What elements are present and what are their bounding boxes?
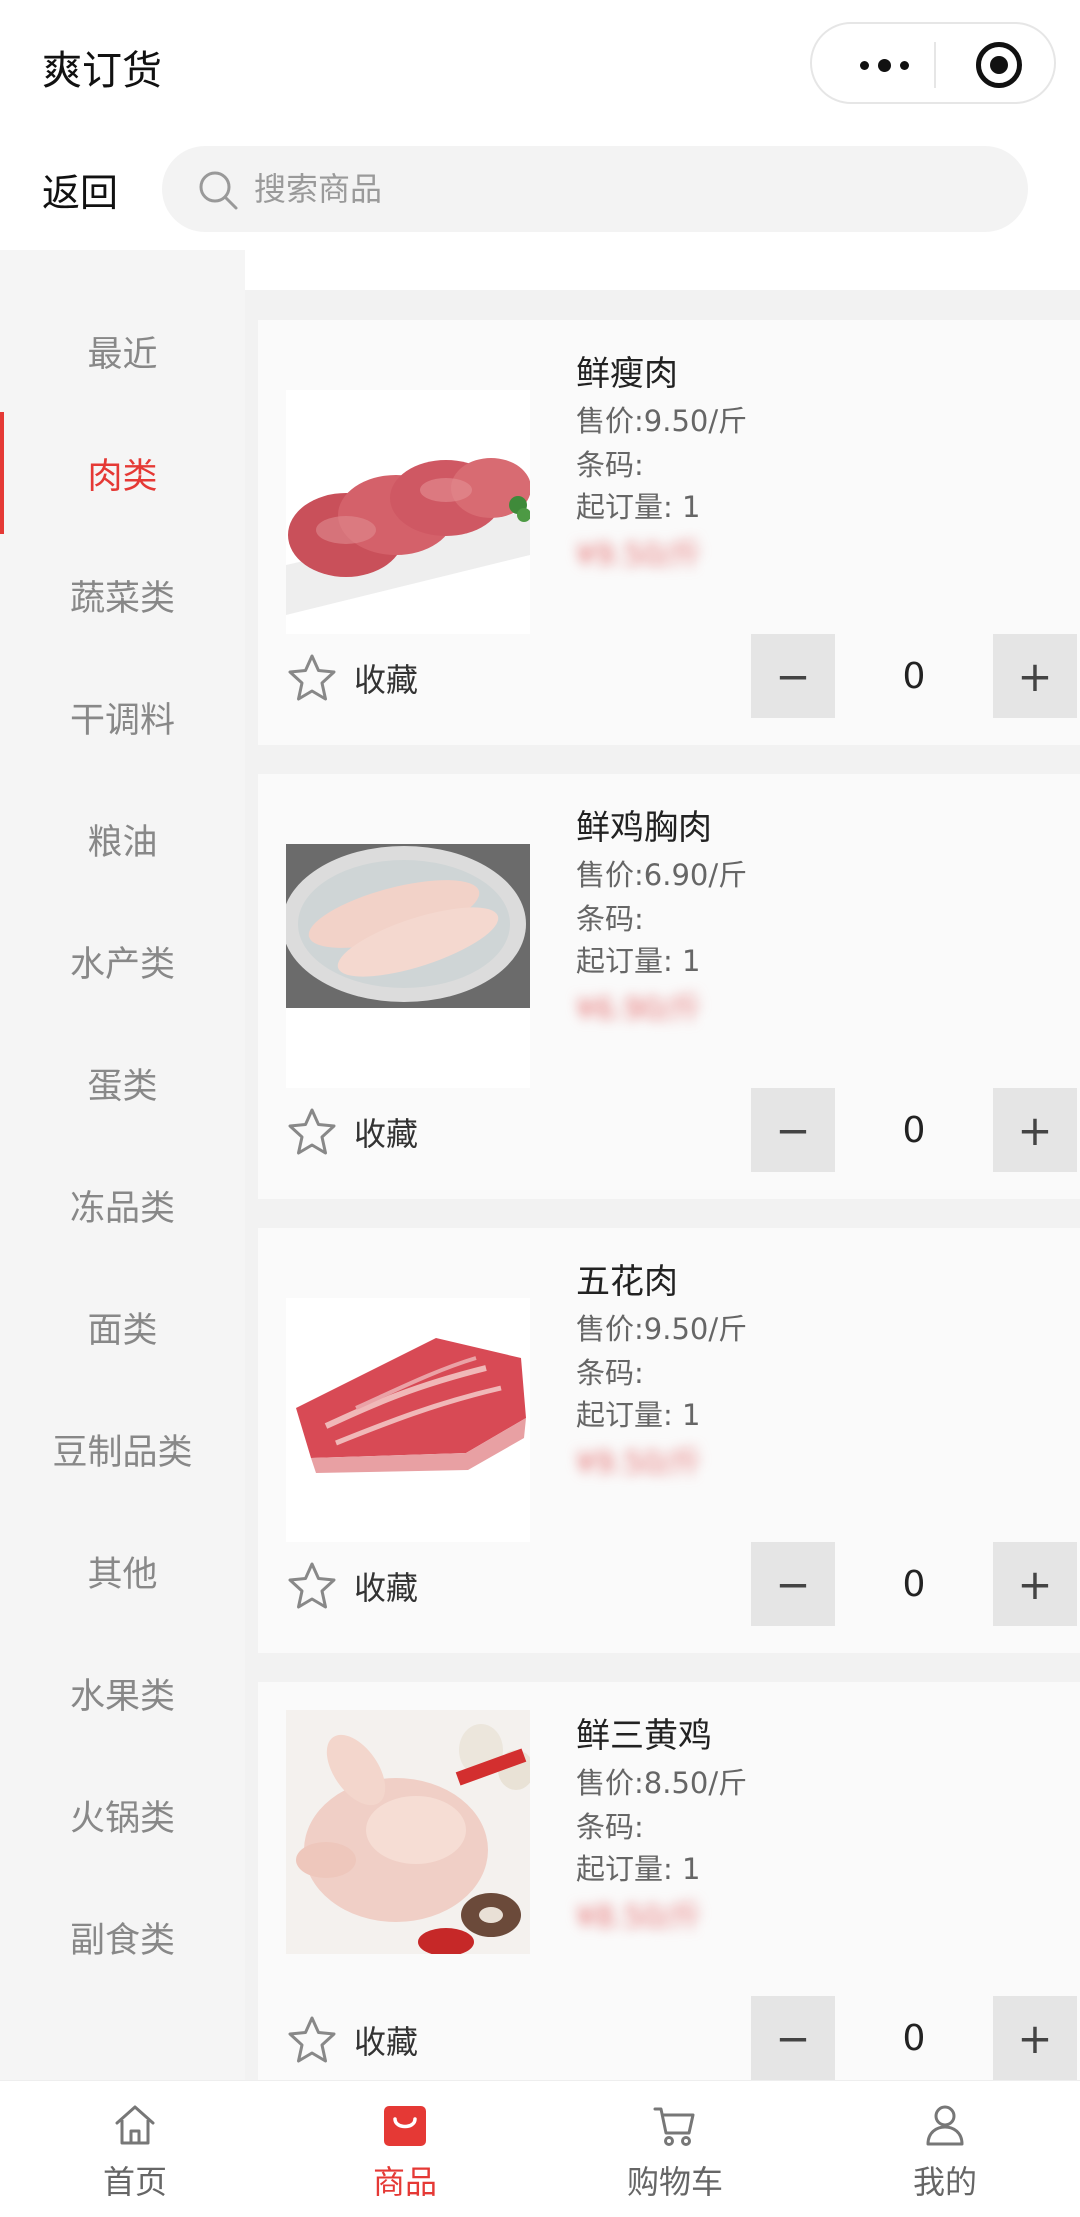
category-item-seafood[interactable]: 水产类 bbox=[0, 900, 245, 1022]
tab-label: 我的 bbox=[912, 2163, 977, 2201]
product-name: 鲜三黄鸡 bbox=[576, 1716, 712, 1756]
product-min-order: 起订量: 1 bbox=[576, 944, 701, 978]
star-icon bbox=[288, 1108, 336, 1155]
category-item-eggs[interactable]: 蛋类 bbox=[0, 1022, 245, 1144]
product-barcode: 条码: bbox=[576, 902, 644, 936]
back-button[interactable]: 返回 bbox=[42, 162, 118, 217]
favorite-label: 收藏 bbox=[354, 1115, 419, 1153]
product-name: 鲜瘦肉 bbox=[576, 354, 678, 394]
search-input[interactable] bbox=[254, 146, 994, 232]
product-list[interactable]: 鲜瘦肉 售价:9.50/斤 条码: 起订量: 1 ¥9.50/斤 收藏 − 0 … bbox=[245, 250, 1080, 2080]
blurred-price: ¥9.50/斤 bbox=[576, 1446, 702, 1481]
increase-quantity-button[interactable]: + bbox=[993, 1542, 1077, 1626]
product-min-order: 起订量: 1 bbox=[576, 1852, 701, 1886]
product-price: 售价:8.50/斤 bbox=[576, 1766, 748, 1800]
product-barcode: 条码: bbox=[576, 1356, 644, 1390]
decrease-quantity-button[interactable]: − bbox=[751, 1542, 835, 1626]
search-box[interactable] bbox=[162, 146, 1028, 232]
blurred-price: ¥6.90/斤 bbox=[576, 992, 702, 1027]
category-item-groceries[interactable]: 副食类 bbox=[0, 1876, 245, 1998]
favorite-label: 收藏 bbox=[354, 2023, 419, 2061]
mini-program-capsule bbox=[810, 22, 1056, 104]
product-min-order: 起订量: 1 bbox=[576, 490, 701, 524]
star-icon bbox=[288, 654, 336, 701]
tab-label: 首页 bbox=[102, 2163, 167, 2201]
quantity-value: 0 bbox=[902, 655, 926, 697]
favorite-label: 收藏 bbox=[354, 661, 419, 699]
quantity-value: 0 bbox=[902, 1109, 926, 1151]
tab-cart[interactable]: 购物车 bbox=[540, 2081, 810, 2217]
category-sidebar: 最近 肉类 蔬菜类 干调料 粮油 水产类 蛋类 冻品类 面类 豆制品类 其他 水… bbox=[0, 250, 245, 2080]
user-icon bbox=[926, 2105, 964, 2146]
product-name: 五花肉 bbox=[576, 1262, 678, 1302]
app-title: 爽订货 bbox=[42, 48, 162, 94]
product-barcode: 条码: bbox=[576, 448, 644, 482]
product-name: 鲜鸡胸肉 bbox=[576, 808, 712, 848]
search-icon bbox=[199, 171, 238, 210]
more-dots-icon[interactable] bbox=[846, 48, 922, 82]
product-card: 鲜鸡胸肉 售价:6.90/斤 条码: 起订量: 1 ¥6.90/斤 收藏 − 0… bbox=[258, 774, 1080, 1199]
product-image-pork-slices[interactable] bbox=[286, 390, 530, 634]
category-item-hotpot[interactable]: 火锅类 bbox=[0, 1754, 245, 1876]
category-item-grain-oil[interactable]: 粮油 bbox=[0, 778, 245, 900]
category-item-vegetables[interactable]: 蔬菜类 bbox=[0, 534, 245, 656]
favorite-button[interactable]: 收藏 bbox=[286, 1560, 418, 1612]
capsule-divider bbox=[934, 42, 936, 88]
category-item-other[interactable]: 其他 bbox=[0, 1510, 245, 1632]
product-card: 鲜三黄鸡 售价:8.50/斤 条码: 起订量: 1 ¥8.50/斤 收藏 − 0… bbox=[258, 1682, 1080, 2080]
increase-quantity-button[interactable]: + bbox=[993, 1088, 1077, 1172]
quantity-value: 0 bbox=[902, 2017, 926, 2059]
category-item-frozen[interactable]: 冻品类 bbox=[0, 1144, 245, 1266]
category-item-tofu[interactable]: 豆制品类 bbox=[0, 1388, 245, 1510]
title-bar: 爽订货 bbox=[0, 0, 1080, 130]
increase-quantity-button[interactable]: + bbox=[993, 634, 1077, 718]
decrease-quantity-button[interactable]: − bbox=[751, 1996, 835, 2080]
blurred-price: ¥9.50/斤 bbox=[576, 538, 702, 573]
product-card: 五花肉 售价:9.50/斤 条码: 起订量: 1 ¥9.50/斤 收藏 − 0 … bbox=[258, 1228, 1080, 1653]
category-item-recent[interactable]: 最近 bbox=[0, 290, 245, 412]
decrease-quantity-button[interactable]: − bbox=[751, 634, 835, 718]
tab-products[interactable]: 商品 bbox=[270, 2081, 540, 2217]
bottom-tab-bar: 首页 商品 购物车 我的 bbox=[0, 2080, 1080, 2217]
shop-bag-icon bbox=[384, 2106, 426, 2146]
tab-home[interactable]: 首页 bbox=[0, 2081, 270, 2217]
category-item-fruit[interactable]: 水果类 bbox=[0, 1632, 245, 1754]
home-icon bbox=[115, 2105, 155, 2145]
favorite-button[interactable]: 收藏 bbox=[286, 1106, 418, 1158]
favorite-button[interactable]: 收藏 bbox=[286, 652, 418, 704]
cart-icon bbox=[653, 2107, 695, 2146]
product-barcode: 条码: bbox=[576, 1810, 644, 1844]
product-price: 售价:9.50/斤 bbox=[576, 1312, 748, 1346]
star-icon bbox=[288, 1562, 336, 1609]
search-bar: 返回 bbox=[0, 130, 1080, 250]
favorite-button[interactable]: 收藏 bbox=[286, 2014, 418, 2066]
quantity-value: 0 bbox=[902, 1563, 926, 1605]
category-item-dry-seasoning[interactable]: 干调料 bbox=[0, 656, 245, 778]
star-icon bbox=[288, 2016, 336, 2063]
tab-label: 商品 bbox=[372, 2163, 437, 2201]
tab-label: 购物车 bbox=[626, 2163, 723, 2201]
category-item-meat[interactable]: 肉类 bbox=[0, 412, 245, 534]
product-min-order: 起订量: 1 bbox=[576, 1398, 701, 1432]
product-price: 售价:6.90/斤 bbox=[576, 858, 748, 892]
tab-profile[interactable]: 我的 bbox=[810, 2081, 1080, 2217]
target-icon[interactable] bbox=[976, 42, 1022, 88]
favorite-label: 收藏 bbox=[354, 1569, 419, 1607]
blurred-price: ¥8.50/斤 bbox=[576, 1900, 702, 1935]
category-item-noodles[interactable]: 面类 bbox=[0, 1266, 245, 1388]
increase-quantity-button[interactable]: + bbox=[993, 1996, 1077, 2080]
decrease-quantity-button[interactable]: − bbox=[751, 1088, 835, 1172]
product-image-chicken-breast[interactable] bbox=[286, 844, 530, 1088]
product-price: 售价:9.50/斤 bbox=[576, 404, 748, 438]
product-image-whole-chicken[interactable] bbox=[286, 1710, 530, 1954]
product-card: 鲜瘦肉 售价:9.50/斤 条码: 起订量: 1 ¥9.50/斤 收藏 − 0 … bbox=[258, 320, 1080, 745]
product-image-pork-belly[interactable] bbox=[286, 1298, 530, 1542]
